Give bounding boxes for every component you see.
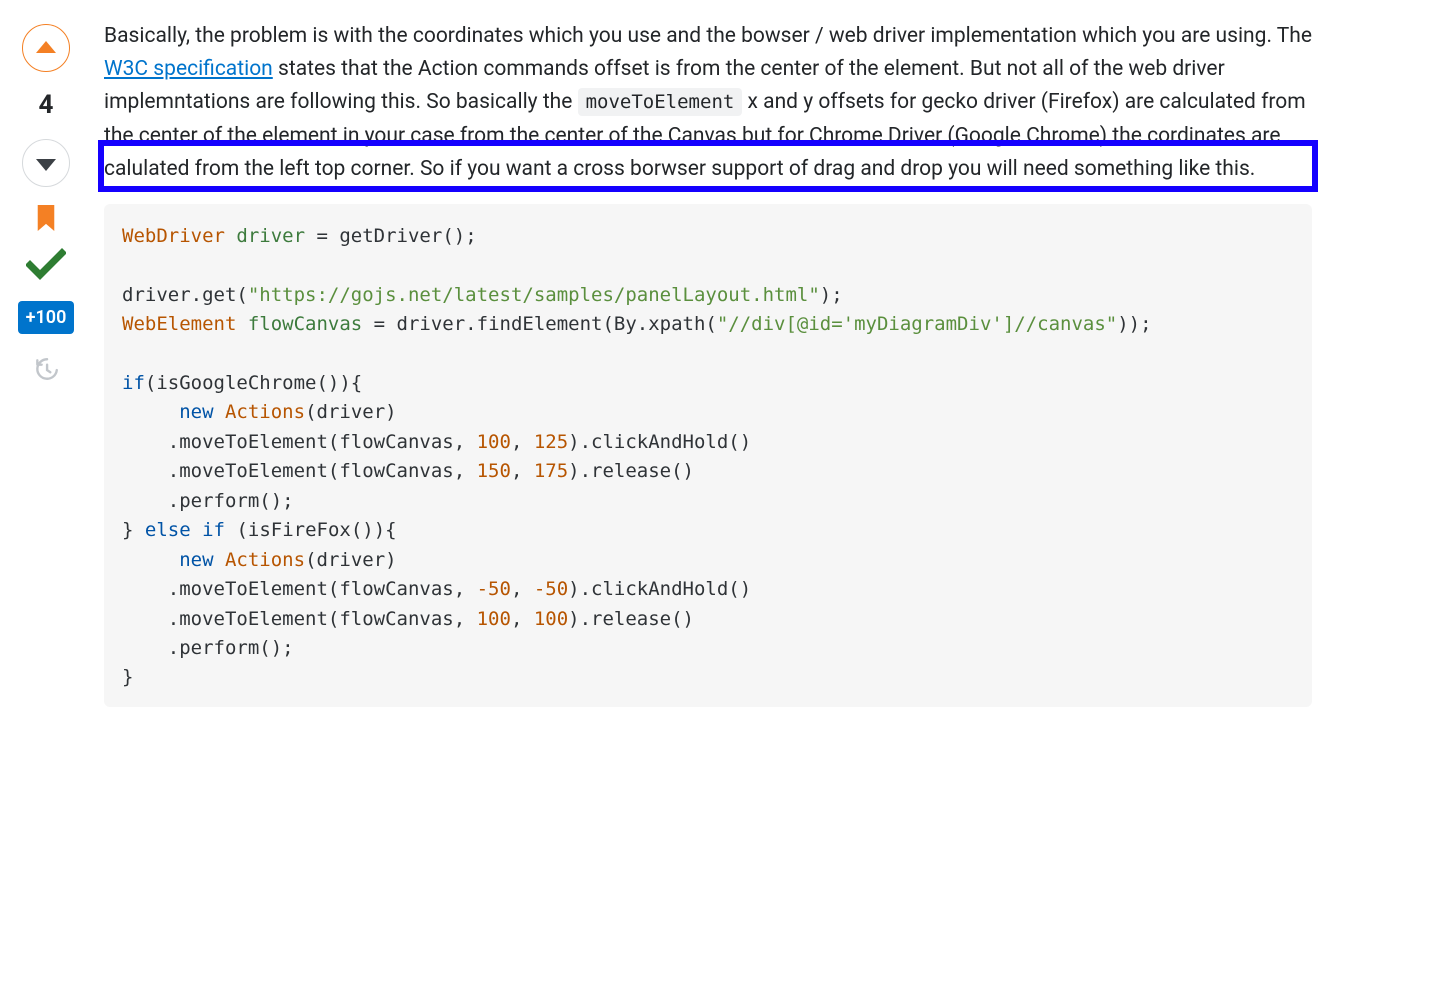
triangle-down-icon	[36, 159, 56, 171]
triangle-up-icon	[36, 41, 56, 53]
bookmark-icon[interactable]	[35, 205, 57, 231]
history-icon[interactable]	[33, 356, 59, 382]
answer-body: Basically, the problem is with the coord…	[80, 20, 1312, 707]
upvote-button[interactable]	[22, 24, 70, 72]
vote-score: 4	[39, 86, 54, 125]
text-segment: Basically, the problem is with the coord…	[104, 24, 1312, 48]
w3c-spec-link[interactable]: W3C specification	[104, 57, 273, 81]
inline-code: moveToElement	[578, 88, 743, 116]
vote-column: 4 +100	[12, 20, 80, 382]
code-content: WebDriver driver = getDriver(); driver.g…	[122, 222, 1294, 693]
code-block[interactable]: WebDriver driver = getDriver(); driver.g…	[104, 204, 1312, 707]
answer-paragraph: Basically, the problem is with the coord…	[104, 20, 1312, 186]
downvote-button[interactable]	[22, 139, 70, 187]
bounty-badge[interactable]: +100	[18, 301, 75, 334]
accepted-check-icon	[26, 247, 66, 281]
